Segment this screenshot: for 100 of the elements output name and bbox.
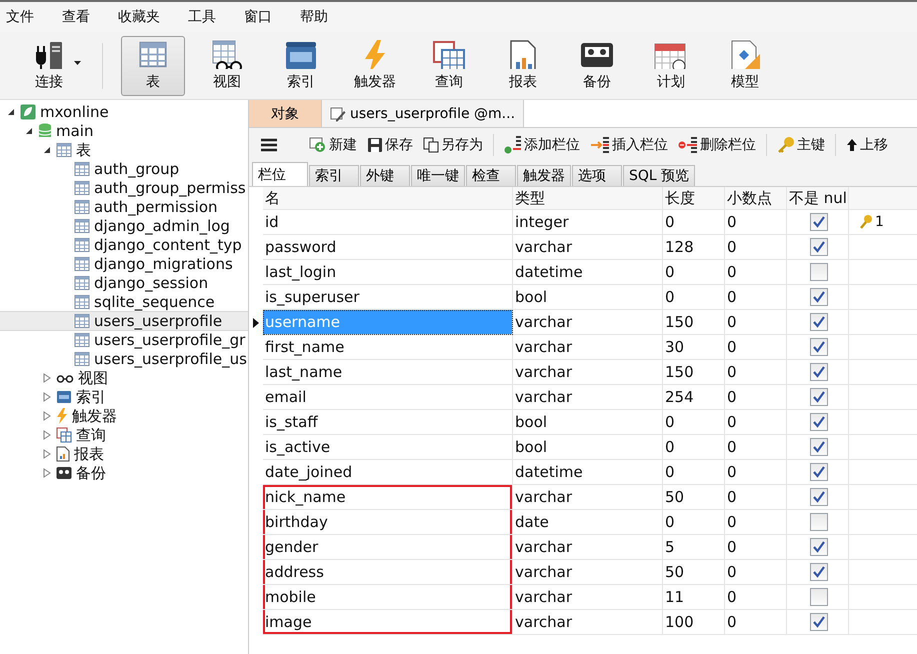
table-cell[interactable]: varchar [513,360,663,385]
table-cell[interactable]: 0 [663,510,725,535]
toolbar-button[interactable]: 删除栏位 [676,136,758,154]
checkbox[interactable] [810,438,828,456]
tree-item[interactable]: 视图 [0,368,248,388]
checkbox[interactable] [810,363,828,381]
table-cell[interactable]: 254 [663,385,725,410]
table-cell[interactable]: varchar [513,335,663,360]
document-tab[interactable]: users_userprofile @m... [322,100,524,127]
toolbar-button[interactable]: 保存 [365,136,415,154]
table-cell[interactable]: 0 [725,360,787,385]
table-cell[interactable]: bool [513,285,663,310]
table-cell[interactable]: password [263,235,513,260]
tree-item[interactable]: django_migrations [0,254,248,274]
table-cell[interactable]: last_login [263,260,513,285]
tab[interactable]: 唯一键 [411,165,465,186]
checkbox[interactable] [810,388,828,406]
menu-item[interactable]: 帮助 [300,8,328,26]
table-cell[interactable]: 0 [663,260,725,285]
tree-item[interactable]: auth_group_permiss [0,178,248,198]
tree-item[interactable]: 备份 [0,463,248,483]
table-cell[interactable]: integer [513,210,663,235]
tree-item[interactable]: sqlite_sequence [0,292,248,312]
table-cell[interactable]: 0 [725,535,787,560]
tree-item[interactable]: 表 [0,140,248,160]
tab[interactable]: 栏位 [252,162,308,186]
table-cell[interactable]: mobile [263,585,513,610]
table-cell[interactable]: 50 [663,485,725,510]
table-cell[interactable]: 0 [725,335,787,360]
checkbox[interactable] [810,613,828,631]
table-cell[interactable]: varchar [513,485,663,510]
table-cell[interactable]: datetime [513,460,663,485]
table-cell[interactable]: 5 [663,535,725,560]
table-cell[interactable]: email [263,385,513,410]
checkbox[interactable] [810,413,828,431]
document-tab[interactable]: 对象 [249,100,322,127]
checkbox[interactable] [810,313,828,331]
table-cell[interactable]: 0 [725,410,787,435]
table-cell[interactable]: 0 [725,385,787,410]
table-cell[interactable]: 0 [725,285,787,310]
checkbox[interactable] [810,488,828,506]
menu-item[interactable]: 工具 [188,8,216,26]
table-cell[interactable]: id [263,210,513,235]
checkbox[interactable] [810,463,828,481]
checkbox[interactable] [810,538,828,556]
table-cell[interactable]: date [513,510,663,535]
table-cell[interactable]: 0 [725,510,787,535]
table-cell[interactable]: 0 [725,210,787,235]
table-cell[interactable]: varchar [513,310,663,335]
table-cell[interactable]: varchar [513,610,663,635]
table-cell[interactable]: image [263,610,513,635]
menu-item[interactable]: 收藏夹 [118,8,160,26]
table-cell[interactable]: 0 [663,285,725,310]
tree-item[interactable]: users_userprofile [0,311,248,331]
table-cell[interactable]: varchar [513,385,663,410]
table-cell[interactable]: 0 [725,260,787,285]
table-cell[interactable]: bool [513,435,663,460]
table-cell[interactable]: 0 [725,485,787,510]
table-cell[interactable]: 0 [725,310,787,335]
table-cell[interactable]: 150 [663,310,725,335]
checkbox[interactable] [810,338,828,356]
table-cell[interactable]: varchar [513,560,663,585]
collapse-arrow-icon[interactable] [25,127,33,135]
menu-item[interactable]: 窗口 [244,8,272,26]
table-cell[interactable]: is_active [263,435,513,460]
menu-item[interactable]: 查看 [62,8,90,26]
tree-item[interactable]: 触发器 [0,406,248,426]
checkbox[interactable] [810,263,828,281]
toolbar-button[interactable]: 另存为 [421,136,485,154]
table-cell[interactable]: is_staff [263,410,513,435]
toolbar-button[interactable]: 添加栏位 [502,136,582,154]
toolbar-button[interactable]: 主键 [775,136,827,154]
menu-icon[interactable] [261,138,277,152]
table-cell[interactable]: 50 [663,560,725,585]
tree-item[interactable]: 查询 [0,425,248,445]
tree-item[interactable]: django_content_typ [0,235,248,255]
table-cell[interactable]: last_name [263,360,513,385]
toolbar-button[interactable]: 备份 [565,36,629,96]
tree-item[interactable]: users_userprofile_us [0,349,248,369]
toolbar-button[interactable]: 插入栏位 [588,136,670,154]
table-cell[interactable]: bool [513,410,663,435]
table-cell[interactable]: address [263,560,513,585]
table-cell[interactable]: 0 [725,435,787,460]
tab[interactable]: 触发器 [517,165,571,186]
table-cell[interactable]: gender [263,535,513,560]
table-cell[interactable]: 0 [663,410,725,435]
tree-item[interactable]: mxonline [0,102,248,122]
toolbar-button[interactable]: 模型 [713,36,777,96]
table-cell[interactable]: date_joined [263,460,513,485]
table-cell[interactable]: is_superuser [263,285,513,310]
table-cell[interactable]: datetime [513,260,663,285]
toolbar-button[interactable]: 触发器 [343,36,407,96]
checkbox[interactable] [810,288,828,306]
table-cell[interactable]: nick_name [263,485,513,510]
tab[interactable]: 选项 [572,165,622,186]
table-cell[interactable]: 30 [663,335,725,360]
collapse-arrow-icon[interactable] [7,108,15,116]
tree-item[interactable]: django_admin_log [0,216,248,236]
dropdown-caret-icon[interactable] [74,60,81,64]
tab[interactable]: SQL 预览 [623,165,696,186]
